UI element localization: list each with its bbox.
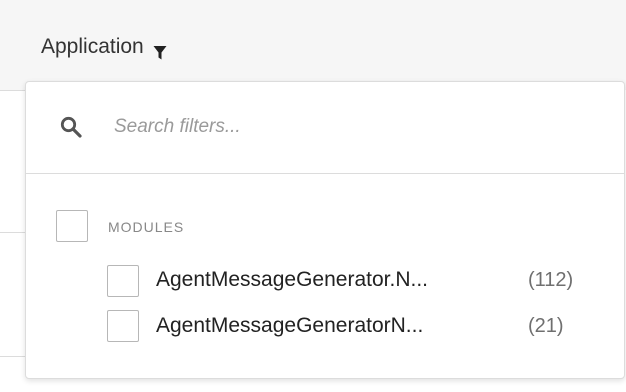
filter-search-row [26,82,624,174]
column-header-label: Application [41,35,144,58]
search-icon [60,116,82,138]
modules-group-checkbox[interactable] [56,210,88,242]
module-item-count: (112) [528,269,574,291]
modules-group-label: MODULES [108,219,185,235]
filter-dropdown-panel: MODULES AgentMessageGenerator.N... (112)… [25,81,625,379]
module-item-checkbox[interactable] [107,310,139,342]
module-item-count: (21) [528,315,564,337]
filter-search-input[interactable] [114,112,574,142]
module-item-checkbox[interactable] [107,265,139,297]
module-item-label[interactable]: AgentMessageGenerator.N... [156,266,428,294]
module-item-label[interactable]: AgentMessageGeneratorN... [156,312,423,340]
filter-icon[interactable] [153,41,167,60]
application-column-header[interactable]: Application [41,33,167,61]
